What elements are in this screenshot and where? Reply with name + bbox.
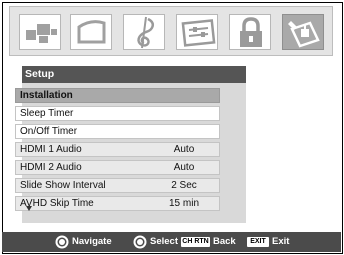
- menu-item-value: 15 min: [168, 198, 199, 209]
- navigate-pad-icon: [55, 235, 69, 249]
- navigate-label: Navigate: [72, 236, 112, 247]
- menu-item-avhd-skip-time[interactable]: AVHD Skip Time 15 min: [15, 196, 220, 211]
- audio-icon[interactable]: [123, 14, 165, 50]
- menu-item-label: HDMI 2 Audio: [20, 162, 82, 173]
- back-label: Back: [213, 236, 236, 247]
- menu-item-label: Installation: [20, 90, 73, 101]
- menu-item-hdmi2-audio[interactable]: HDMI 2 Audio Auto: [15, 160, 220, 175]
- preferences-icon[interactable]: [176, 14, 218, 50]
- menu-item-label: On/Off Timer: [20, 126, 78, 137]
- screen-size-icon[interactable]: [70, 14, 112, 50]
- menu-item-installation[interactable]: Installation: [15, 88, 220, 103]
- ch-rtn-key-icon: CH RTN: [181, 237, 210, 247]
- menu-item-value: Auto: [173, 162, 195, 173]
- scroll-down-arrow-icon[interactable]: [26, 206, 32, 211]
- select-button-icon: [133, 235, 147, 249]
- menu-item-value: Auto: [173, 144, 195, 155]
- setup-icon[interactable]: [282, 14, 324, 50]
- lock-icon[interactable]: [229, 14, 271, 50]
- select-label: Select: [150, 236, 178, 247]
- menu-title: Setup: [22, 66, 246, 83]
- menu-item-on-off-timer[interactable]: On/Off Timer: [15, 124, 220, 139]
- menu-item-sleep-timer[interactable]: Sleep Timer: [15, 106, 220, 121]
- menu-item-hdmi1-audio[interactable]: HDMI 1 Audio Auto: [15, 142, 220, 157]
- menu-item-label: Slide Show Interval: [20, 180, 106, 191]
- exit-key-icon: EXIT: [247, 237, 269, 247]
- menu-item-label: HDMI 1 Audio: [20, 144, 82, 155]
- menu-item-value: 2 Sec: [171, 180, 197, 191]
- menu-item-label: Sleep Timer: [20, 108, 74, 119]
- menu-item-slide-show-interval[interactable]: Slide Show Interval 2 Sec: [15, 178, 220, 193]
- exit-label: Exit: [272, 236, 290, 247]
- footer-help-bar: Navigate Select CH RTN Back EXIT Exit: [2, 232, 341, 252]
- menu-icon-bar: [9, 6, 333, 56]
- picture-icon[interactable]: [19, 14, 61, 50]
